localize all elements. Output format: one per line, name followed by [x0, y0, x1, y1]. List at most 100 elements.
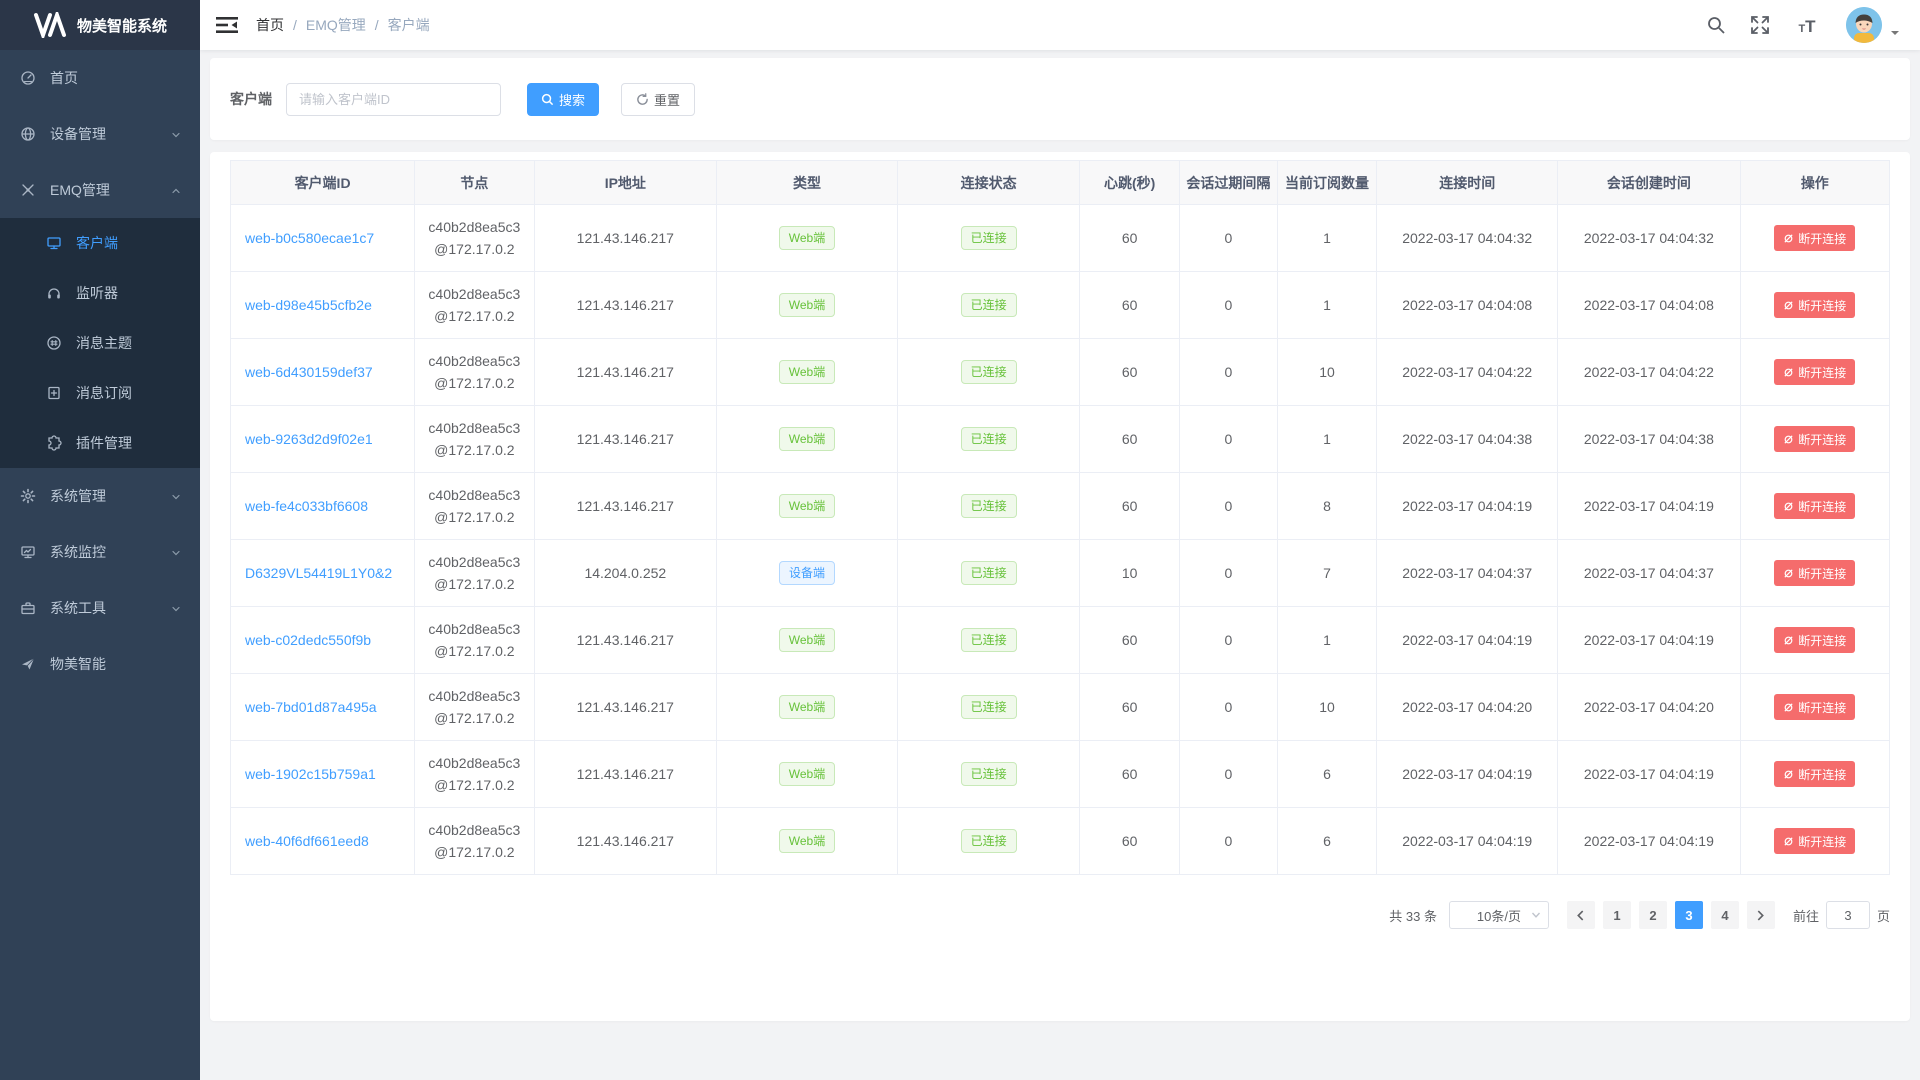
cell-client-id: web-40f6df661eed8 [231, 808, 415, 875]
font-size-icon[interactable]: TT [1794, 15, 1820, 35]
page-size-select[interactable]: 10条/页 [1449, 901, 1549, 929]
cell-ip: 121.43.146.217 [534, 607, 716, 674]
cell-session-expiry: 0 [1179, 741, 1277, 808]
cell-connect-time: 2022-03-17 04:04:22 [1377, 339, 1558, 406]
disconnect-button[interactable]: 断开连接 [1774, 761, 1855, 787]
cell-connect-time: 2022-03-17 04:04:37 [1377, 540, 1558, 607]
cell-session-create-time: 2022-03-17 04:04:08 [1558, 272, 1740, 339]
cell-node: c40b2d8ea5c3@172.17.0.2 [415, 339, 534, 406]
sidebar-item-message-subscribe[interactable]: 消息订阅 [0, 368, 200, 418]
cell-node: c40b2d8ea5c3@172.17.0.2 [415, 205, 534, 272]
type-badge: Web端 [779, 628, 835, 652]
goto-label: 前往 [1793, 906, 1819, 925]
search-button[interactable]: 搜索 [527, 83, 599, 116]
client-id-link[interactable]: D6329VL54419L1Y0&2 [245, 565, 392, 581]
disconnect-button[interactable]: 断开连接 [1774, 426, 1855, 452]
client-id-link[interactable]: web-7bd01d87a495a [245, 699, 377, 715]
breadcrumb-item[interactable]: EMQ管理 [306, 15, 366, 35]
cell-heartbeat: 10 [1080, 540, 1180, 607]
next-page-button[interactable] [1747, 901, 1775, 929]
client-id-link[interactable]: web-fe4c033bf6608 [245, 498, 368, 514]
cell-connect-time: 2022-03-17 04:04:19 [1377, 741, 1558, 808]
disconnect-button[interactable]: 断开连接 [1774, 292, 1855, 318]
subscribe-icon [46, 385, 62, 401]
client-id-link[interactable]: web-d98e45b5cfb2e [245, 297, 372, 313]
sidebar-item-wumei-smart[interactable]: 物美智能 [0, 636, 200, 692]
page-button-1[interactable]: 1 [1603, 901, 1631, 929]
fullscreen-icon[interactable] [1750, 15, 1770, 35]
unlink-icon [1783, 702, 1794, 713]
sidebar-item-home[interactable]: 首页 [0, 50, 200, 106]
goto-page-input[interactable] [1826, 901, 1870, 929]
sidebar-item-label: 系统工具 [50, 598, 106, 618]
unlink-icon [1783, 233, 1794, 244]
cell-subscriptions: 1 [1277, 272, 1377, 339]
user-menu[interactable] [1846, 7, 1900, 43]
cell-subscriptions: 1 [1277, 205, 1377, 272]
disconnect-button[interactable]: 断开连接 [1774, 627, 1855, 653]
sidebar-item-label: 监听器 [76, 283, 118, 303]
disconnect-button[interactable]: 断开连接 [1774, 225, 1855, 251]
client-id-link[interactable]: web-40f6df661eed8 [245, 833, 369, 849]
sidebar-item-system-monitor[interactable]: 系统监控 [0, 524, 200, 580]
client-icon [46, 235, 62, 251]
sidebar-item-system-management[interactable]: 系统管理 [0, 468, 200, 524]
table-row: web-1902c15b759a1c40b2d8ea5c3@172.17.0.2… [231, 741, 1890, 808]
cell-subscriptions: 7 [1277, 540, 1377, 607]
column-header: 节点 [415, 161, 534, 205]
cell-session-create-time: 2022-03-17 04:04:19 [1558, 741, 1740, 808]
disconnect-button[interactable]: 断开连接 [1774, 493, 1855, 519]
sidebar-item-listener[interactable]: 监听器 [0, 268, 200, 318]
app-title: 物美智能系统 [77, 15, 167, 36]
column-header: 当前订阅数量 [1277, 161, 1377, 205]
top-navbar: 首页/EMQ管理/客户端 TT [200, 0, 1920, 50]
sidebar-item-system-tools[interactable]: 系统工具 [0, 580, 200, 636]
sidebar-fold-icon[interactable] [216, 15, 238, 35]
client-id-link[interactable]: web-c02dedc550f9b [245, 632, 371, 648]
cell-session-expiry: 0 [1179, 540, 1277, 607]
cell-ip: 121.43.146.217 [534, 808, 716, 875]
table-row: web-6d430159def37 c40b2d8ea5c3@172.17.0.2… [231, 339, 1890, 406]
cell-heartbeat: 60 [1080, 406, 1180, 473]
client-id-link[interactable]: web-b0c580ecae1c7 [245, 230, 374, 246]
sidebar-item-label: 客户端 [76, 233, 118, 253]
status-badge: 已连接 [961, 695, 1017, 719]
disconnect-button[interactable]: 断开连接 [1774, 694, 1855, 720]
disconnect-button[interactable]: 断开连接 [1774, 828, 1855, 854]
page-button-2[interactable]: 2 [1639, 901, 1667, 929]
sidebar-item-plugin-management[interactable]: 插件管理 [0, 418, 200, 468]
client-id-input[interactable] [286, 83, 501, 116]
cell-session-create-time: 2022-03-17 04:04:19 [1558, 473, 1740, 540]
avatar[interactable] [1846, 7, 1882, 43]
cell-connect-time: 2022-03-17 04:04:38 [1377, 406, 1558, 473]
breadcrumb-item[interactable]: 首页 [256, 15, 284, 35]
reset-button[interactable]: 重置 [621, 83, 695, 116]
page-button-4[interactable]: 4 [1711, 901, 1739, 929]
unlink-icon [1783, 367, 1794, 378]
disconnect-button[interactable]: 断开连接 [1774, 560, 1855, 586]
cell-subscriptions: 10 [1277, 339, 1377, 406]
cell-session-expiry: 0 [1179, 473, 1277, 540]
search-icon[interactable] [1706, 15, 1726, 35]
sidebar-item-message-topic[interactable]: 消息主题 [0, 318, 200, 368]
cell-ip: 14.204.0.252 [534, 540, 716, 607]
paper-plane-icon [20, 656, 36, 672]
cell-ip: 121.43.146.217 [534, 473, 716, 540]
client-id-link[interactable]: web-9263d2d9f02e1 [245, 431, 373, 447]
client-id-link[interactable]: web-1902c15b759a1 [245, 766, 376, 782]
page-button-3[interactable]: 3 [1675, 901, 1703, 929]
column-header: IP地址 [534, 161, 716, 205]
sidebar-item-emq-management[interactable]: EMQ管理 [0, 162, 200, 218]
sidebar-item-device-management[interactable]: 设备管理 [0, 106, 200, 162]
prev-page-button[interactable] [1567, 901, 1595, 929]
client-table: 客户端ID节点IP地址类型连接状态心跳(秒)会话过期间隔当前订阅数量连接时间会话… [230, 160, 1890, 875]
type-badge: Web端 [779, 494, 835, 518]
cell-node: c40b2d8ea5c3@172.17.0.2 [415, 473, 534, 540]
caret-down-icon[interactable] [1890, 25, 1900, 35]
unlink-icon [1783, 501, 1794, 512]
disconnect-button[interactable]: 断开连接 [1774, 359, 1855, 385]
sidebar-item-client[interactable]: 客户端 [0, 218, 200, 268]
unlink-icon [1783, 836, 1794, 847]
cell-node: c40b2d8ea5c3@172.17.0.2 [415, 808, 534, 875]
client-id-link[interactable]: web-6d430159def37 [245, 364, 373, 380]
